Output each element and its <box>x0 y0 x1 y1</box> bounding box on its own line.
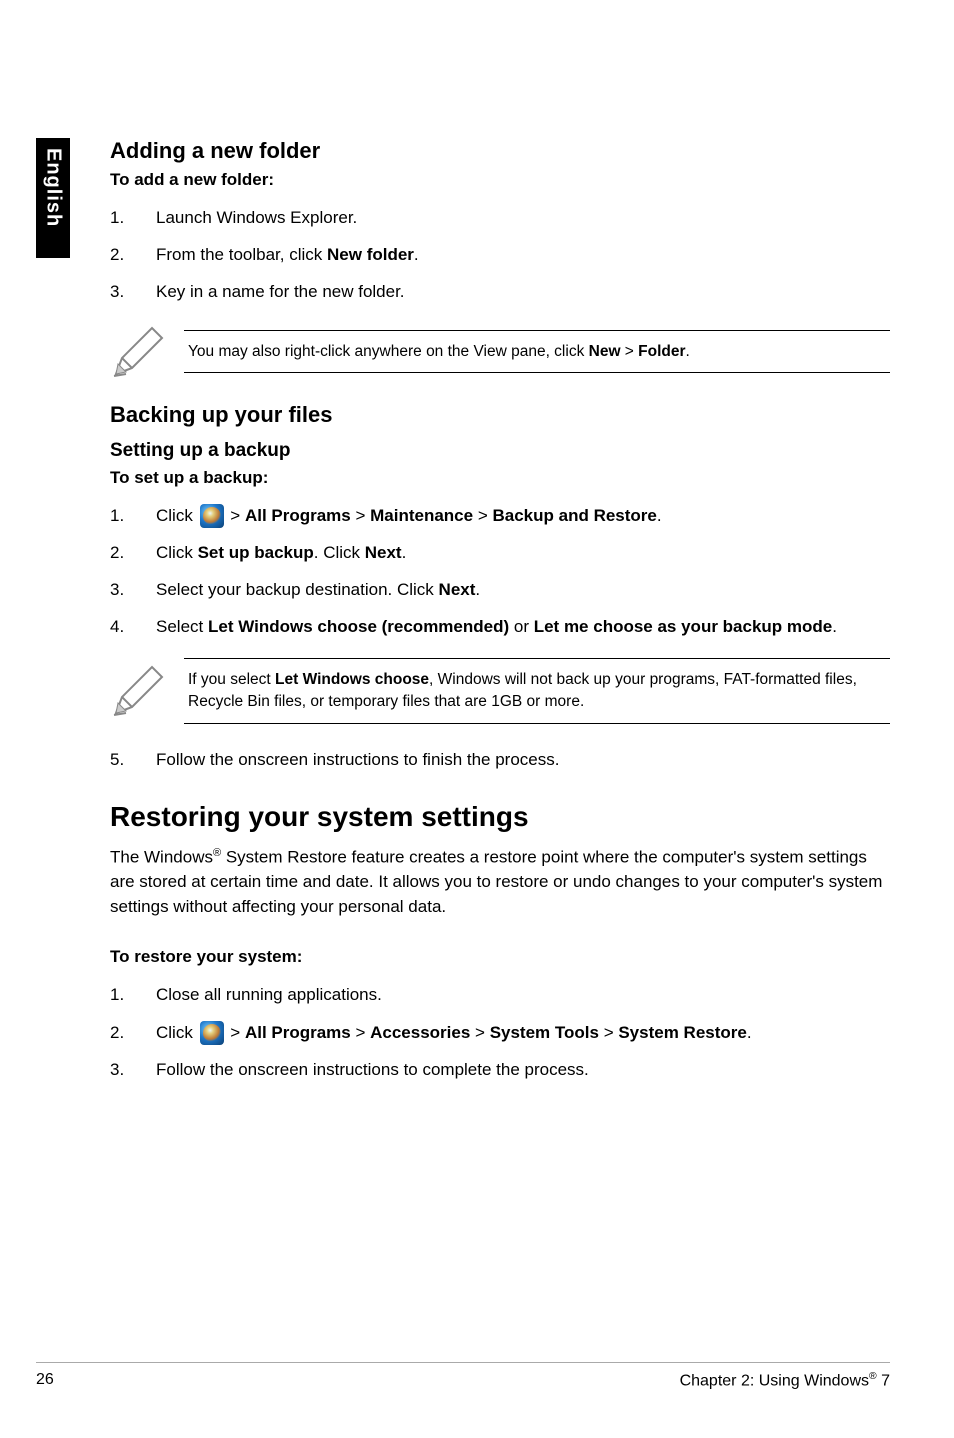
step-text: From the toolbar, click <box>156 245 327 264</box>
note-bold: Folder <box>638 343 685 360</box>
note-part: You may also right-click anywhere on the… <box>188 343 589 360</box>
step-text: Select <box>156 617 208 636</box>
step-bold: Set up backup <box>198 543 314 562</box>
restoring-body: The Windows® System Restore feature crea… <box>110 845 890 920</box>
step-bold: System Tools <box>490 1023 599 1042</box>
divider <box>184 723 890 724</box>
step-bold: System Restore <box>618 1023 747 1042</box>
page-number: 26 <box>36 1371 54 1390</box>
note-bold: New <box>589 343 621 360</box>
note-bold: Let Windows choose <box>275 671 429 688</box>
step-bold: Next <box>439 580 476 599</box>
list-item: Click > All Programs > Accessories > Sys… <box>110 1019 890 1046</box>
list-item: Launch Windows Explorer. <box>110 204 890 231</box>
step-text: > <box>599 1023 618 1042</box>
note-part: If you select <box>188 671 275 688</box>
step-bold: Let me choose as your backup mode <box>534 617 833 636</box>
list-item: Key in a name for the new folder. <box>110 278 890 305</box>
step-text: Key in a name for the new folder. <box>156 282 405 301</box>
list-item: Close all running applications. <box>110 981 890 1008</box>
lead-add-folder: To add a new folder: <box>110 170 890 190</box>
note-part: . <box>686 343 690 360</box>
heading-backing-up: Backing up your files <box>110 402 890 428</box>
windows-start-icon <box>200 1021 224 1045</box>
lead-set-up-backup: To set up a backup: <box>110 468 890 488</box>
list-item: Click > All Programs > Maintenance > Bac… <box>110 502 890 529</box>
note-block: If you select Let Windows choose, Window… <box>110 658 890 723</box>
pencil-icon <box>110 324 166 380</box>
list-item: Follow the onscreen instructions to fini… <box>110 746 890 773</box>
note-text: If you select Let Windows choose, Window… <box>184 659 890 722</box>
step-text: or <box>509 617 534 636</box>
subheading-setting-up-backup: Setting up a backup <box>110 440 890 462</box>
footer-part: Chapter 2: Using Windows <box>680 1372 869 1389</box>
step-text: > <box>470 1023 489 1042</box>
list-item: From the toolbar, click New folder. <box>110 241 890 268</box>
step-text: . <box>402 543 407 562</box>
step-text: Click <box>156 1023 198 1042</box>
step-text: . <box>832 617 837 636</box>
registered-mark: ® <box>869 1371 877 1382</box>
step-text: . <box>747 1023 752 1042</box>
step-text: Select your backup destination. Click <box>156 580 439 599</box>
note-block: You may also right-click anywhere on the… <box>110 324 890 380</box>
step-text: > <box>351 506 370 525</box>
steps-backup-cont: Follow the onscreen instructions to fini… <box>110 746 890 773</box>
steps-backup: Click > All Programs > Maintenance > Bac… <box>110 502 890 641</box>
registered-mark: ® <box>213 847 221 859</box>
step-text: Click <box>156 506 198 525</box>
list-item: Select your backup destination. Click Ne… <box>110 576 890 603</box>
step-text: > <box>351 1023 370 1042</box>
note-text: You may also right-click anywhere on the… <box>184 331 890 373</box>
body-part: The Windows <box>110 848 213 867</box>
step-bold: Next <box>365 543 402 562</box>
step-text: Follow the onscreen instructions to comp… <box>156 1060 589 1079</box>
page-content: Adding a new folder To add a new folder:… <box>110 138 890 1101</box>
body-part: System Restore feature creates a restore… <box>110 848 882 916</box>
step-text: > <box>226 506 245 525</box>
language-tab: English <box>36 138 70 258</box>
step-text: . Click <box>314 543 365 562</box>
note-part: > <box>621 343 639 360</box>
step-text: . <box>475 580 480 599</box>
language-label: English <box>42 148 65 227</box>
step-bold: Accessories <box>370 1023 470 1042</box>
list-item: Click Set up backup. Click Next. <box>110 539 890 566</box>
step-bold: All Programs <box>245 506 351 525</box>
step-bold: All Programs <box>245 1023 351 1042</box>
lead-restore-system: To restore your system: <box>110 947 890 967</box>
list-item: Follow the onscreen instructions to comp… <box>110 1056 890 1083</box>
step-bold: New folder <box>327 245 414 264</box>
chapter-title: Chapter 2: Using Windows® 7 <box>680 1371 890 1390</box>
steps-add-folder: Launch Windows Explorer. From the toolba… <box>110 204 890 306</box>
heading-adding-folder: Adding a new folder <box>110 138 890 164</box>
heading-restoring: Restoring your system settings <box>110 801 890 833</box>
divider <box>184 372 890 373</box>
step-text: Click <box>156 543 198 562</box>
note-text-wrap: If you select Let Windows choose, Window… <box>184 658 890 723</box>
note-text-wrap: You may also right-click anywhere on the… <box>184 330 890 374</box>
step-text: Launch Windows Explorer. <box>156 208 357 227</box>
footer-part: 7 <box>877 1372 890 1389</box>
step-text: . <box>657 506 662 525</box>
step-text: Close all running applications. <box>156 985 382 1004</box>
step-text: Follow the onscreen instructions to fini… <box>156 750 559 769</box>
page-footer: 26 Chapter 2: Using Windows® 7 <box>36 1362 890 1390</box>
step-bold: Maintenance <box>370 506 473 525</box>
step-bold: Let Windows choose (recommended) <box>208 617 509 636</box>
step-bold: Backup and Restore <box>492 506 656 525</box>
windows-start-icon <box>200 504 224 528</box>
pencil-icon <box>110 663 166 719</box>
step-text: > <box>473 506 492 525</box>
step-text: . <box>414 245 419 264</box>
steps-restore: Close all running applications. Click > … <box>110 981 890 1083</box>
list-item: Select Let Windows choose (recommended) … <box>110 613 890 640</box>
step-text: > <box>226 1023 245 1042</box>
